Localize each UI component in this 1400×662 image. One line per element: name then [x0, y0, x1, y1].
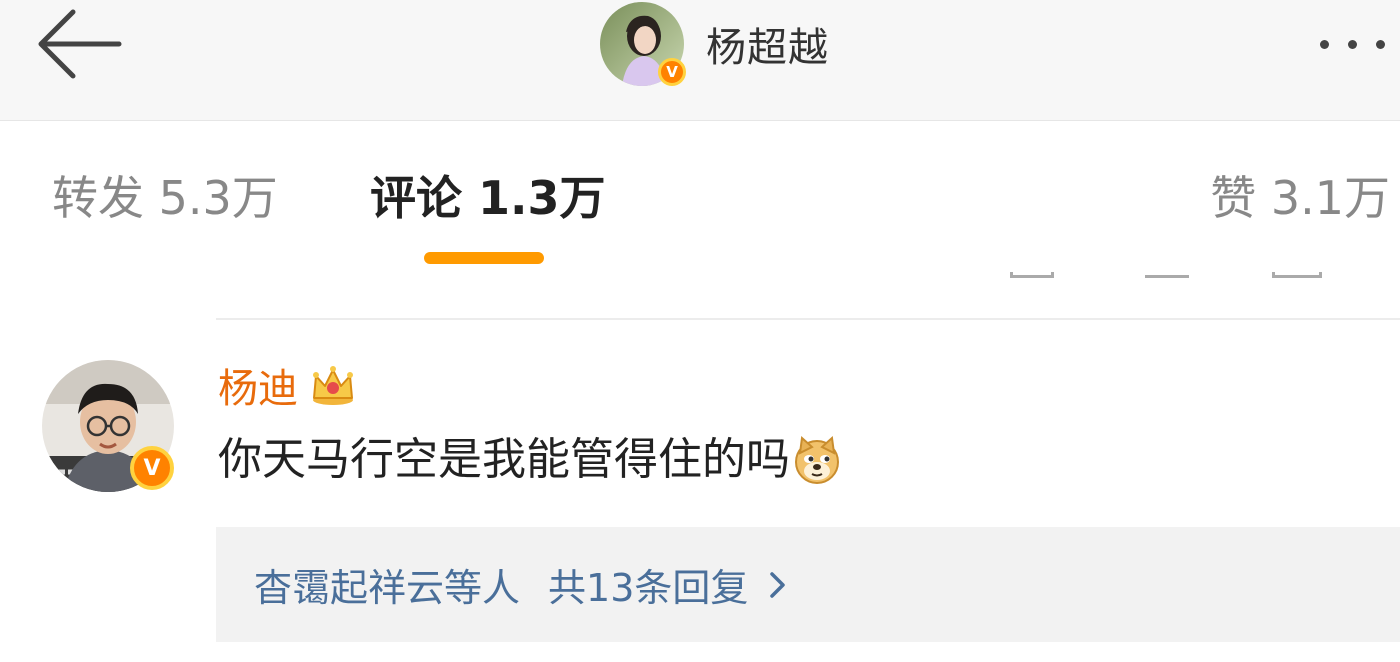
verified-badge: V — [658, 58, 686, 86]
reply-count-link[interactable]: 共13条回复 — [548, 557, 748, 612]
tab-forward[interactable]: 转发 5.3万 — [52, 170, 278, 226]
comment-text: 你天马行空是我能管得住的吗 — [218, 434, 790, 485]
chevron-right-icon — [770, 571, 786, 598]
header-user[interactable]: V 杨超越 — [600, 2, 829, 86]
author-name[interactable]: 杨迪 — [218, 356, 298, 414]
page-title: 杨超越 — [706, 25, 829, 71]
tab-bar: 转发 5.3万 评论 1.3万 赞 3.1万 — [0, 122, 1400, 274]
comment-header: 杨迪 — [218, 358, 356, 412]
previous-comment-clipped — [0, 272, 1400, 286]
dot-icon — [1348, 39, 1357, 49]
more-options-button[interactable] — [1320, 28, 1400, 60]
dot-icon — [1376, 39, 1385, 49]
crown-icon — [313, 366, 353, 405]
comment-divider — [216, 318, 1400, 320]
verified-badge: V — [130, 446, 174, 490]
tab-comments[interactable]: 评论 1.3万 — [370, 170, 606, 226]
top-bar: V 杨超越 — [0, 0, 1400, 121]
dot-icon — [1320, 39, 1329, 49]
back-arrow-icon — [38, 9, 122, 79]
replies-preview[interactable]: 杳霭起祥云等人 共13条回复 — [216, 527, 1400, 642]
header-avatar[interactable]: V — [600, 2, 686, 86]
active-tab-indicator — [424, 252, 544, 264]
back-button[interactable] — [30, 8, 126, 80]
comment-avatar[interactable]: V — [42, 360, 178, 496]
repliers-text: 杳霭起祥云等人 — [254, 566, 521, 610]
tab-likes[interactable]: 赞 3.1万 — [1210, 170, 1390, 226]
doge-icon — [795, 435, 839, 484]
comment-body: 你天马行空是我能管得住的吗 — [218, 430, 842, 490]
